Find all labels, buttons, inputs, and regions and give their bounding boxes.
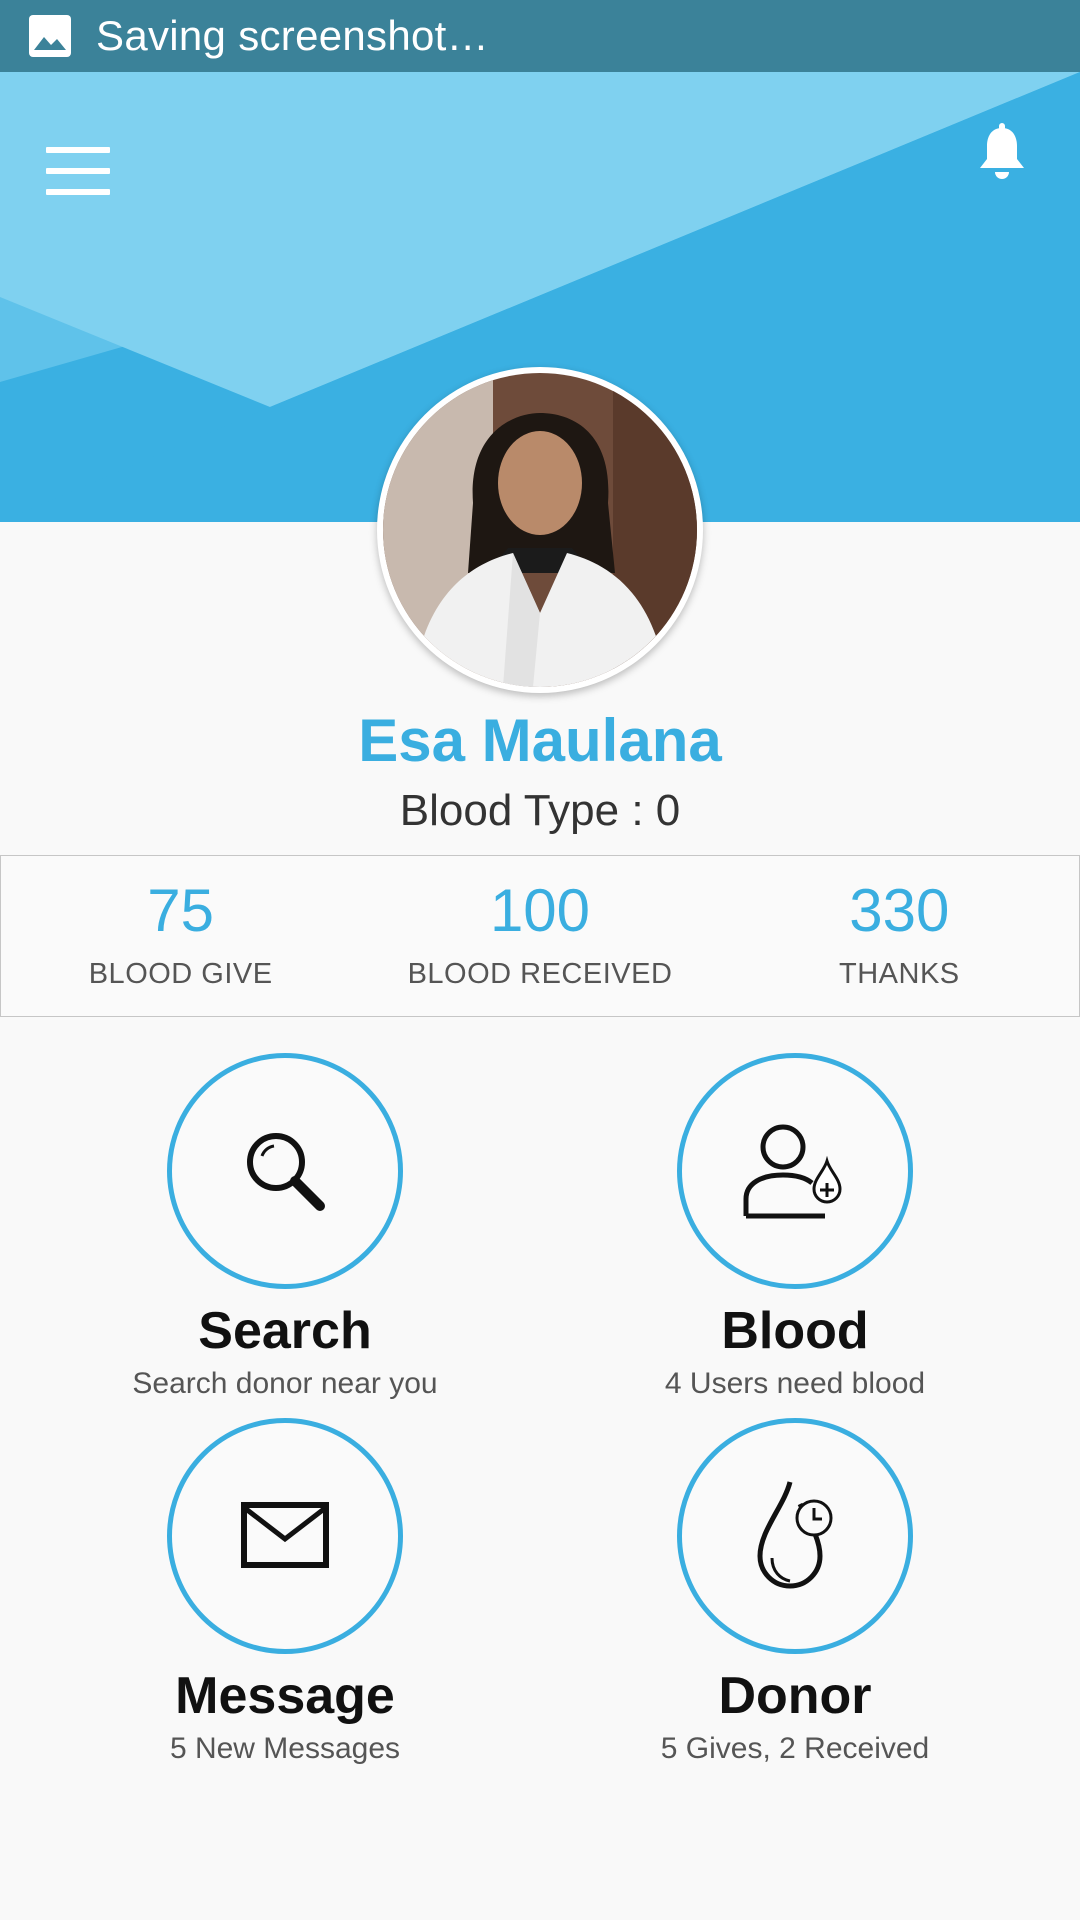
stat-blood-received: 100 BLOOD RECEIVED xyxy=(360,856,719,1016)
stat-value: 330 xyxy=(849,877,950,944)
image-icon xyxy=(29,15,71,57)
tile-title: Blood xyxy=(721,1302,869,1360)
stat-value: 75 xyxy=(147,877,215,944)
donor-tile[interactable]: Donor 5 Gives, 2 Received xyxy=(555,1418,1035,1766)
tile-subtitle: 5 New Messages xyxy=(169,1732,401,1765)
bell-icon[interactable] xyxy=(975,122,1029,182)
search-tile[interactable]: Search Search donor near you xyxy=(45,1053,525,1401)
stat-label: BLOOD GIVE xyxy=(88,958,273,990)
blood-button[interactable] xyxy=(677,1053,913,1289)
status-text: Saving screenshot… xyxy=(96,12,489,59)
drop-clock-icon xyxy=(757,1481,833,1589)
avatar[interactable] xyxy=(377,367,703,693)
search-button[interactable] xyxy=(167,1053,403,1289)
magnifier-icon xyxy=(247,1133,325,1211)
tile-title: Donor xyxy=(718,1667,872,1725)
stat-label: THANKS xyxy=(839,958,960,990)
tile-subtitle: Search donor near you xyxy=(132,1367,438,1400)
tile-subtitle: 5 Gives, 2 Received xyxy=(660,1732,930,1765)
message-tile[interactable]: Message 5 New Messages xyxy=(45,1418,525,1766)
profile-photo xyxy=(383,373,697,687)
tile-title: Message xyxy=(175,1667,395,1725)
stat-value: 100 xyxy=(489,877,591,944)
blood-tile[interactable]: Blood 4 Users need blood xyxy=(555,1053,1035,1401)
message-button[interactable] xyxy=(167,1418,403,1654)
stat-label: BLOOD RECEIVED xyxy=(407,958,673,990)
user-blood-drop-icon xyxy=(743,1124,842,1219)
stats-panel: 75 BLOOD GIVE 100 BLOOD RECEIVED 330 THA… xyxy=(0,855,1080,1017)
status-bar: Saving screenshot… xyxy=(0,0,1080,72)
blood-type: Blood Type : 0 xyxy=(399,786,681,835)
menu-button[interactable] xyxy=(46,147,110,195)
tile-title: Search xyxy=(198,1302,372,1360)
envelope-icon xyxy=(241,1502,329,1568)
user-name: Esa Maulana xyxy=(358,707,722,774)
stat-blood-give: 75 BLOOD GIVE xyxy=(1,856,360,1016)
donor-button[interactable] xyxy=(677,1418,913,1654)
hamburger-menu-icon xyxy=(46,147,110,153)
tile-subtitle: 4 Users need blood xyxy=(664,1367,926,1400)
stat-thanks: 330 THANKS xyxy=(720,856,1079,1016)
